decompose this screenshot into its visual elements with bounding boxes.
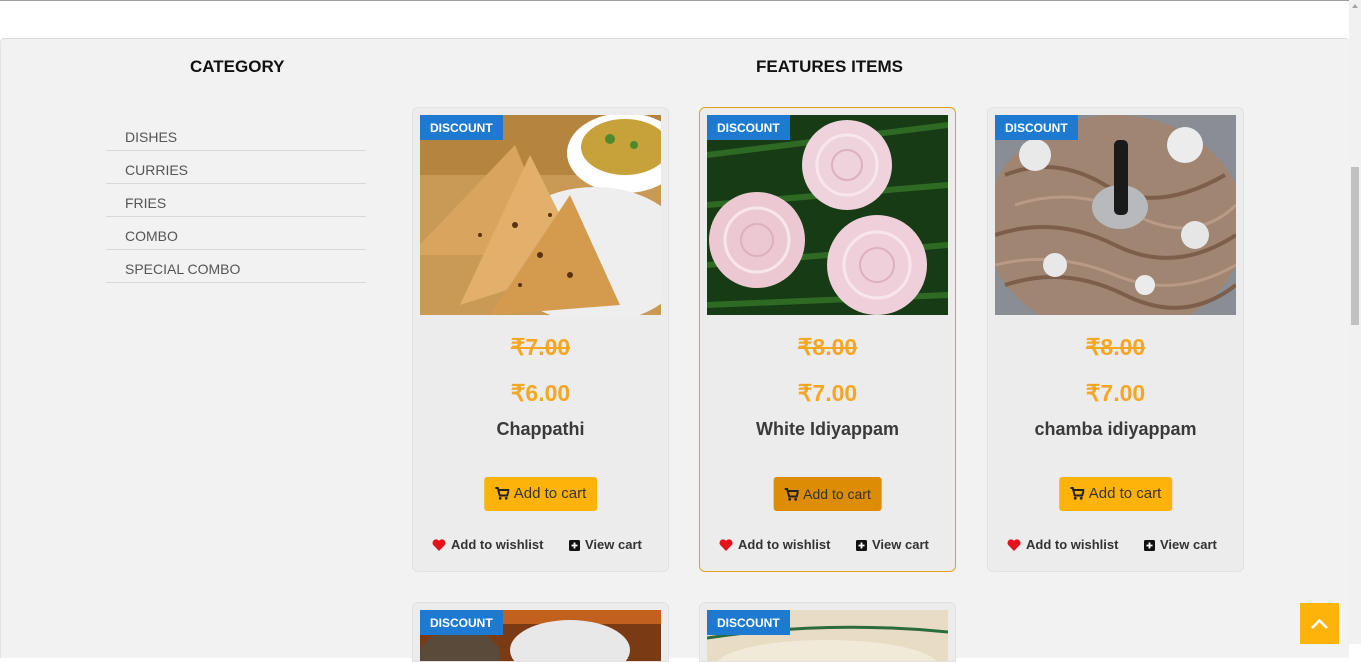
discount-badge: DISCOUNT	[995, 115, 1078, 140]
chevron-up-icon	[1311, 618, 1328, 629]
category-item-combo[interactable]: COMBO	[106, 217, 366, 250]
category-item-dishes[interactable]: DISHES	[106, 118, 366, 151]
heart-icon	[432, 539, 446, 551]
heart-icon	[1007, 539, 1021, 551]
product-card-partial: DISCOUNT	[699, 602, 956, 662]
category-item-curries[interactable]: CURRIES	[106, 151, 366, 184]
view-cart-link[interactable]: View cart	[569, 537, 642, 552]
top-divider	[0, 0, 1349, 1]
shopping-cart-icon	[784, 488, 799, 501]
category-list: DISHES CURRIES FRIES COMBO SPECIAL COMBO	[106, 118, 366, 283]
price: ₹7.00	[797, 380, 858, 406]
discount-badge: DISCOUNT	[707, 115, 790, 140]
heart-icon	[719, 539, 733, 551]
product-name: White Idiyappam	[755, 419, 899, 439]
wishlist-label: Add to wishlist	[451, 537, 544, 552]
add-to-cart-button[interactable]: Add to cart	[773, 477, 882, 511]
discount-badge: DISCOUNT	[420, 115, 503, 140]
add-to-wishlist-link[interactable]: Add to wishlist	[719, 537, 830, 552]
plus-square-icon	[569, 540, 580, 551]
product-card-chappathi: DISCOUNT ₹7.00 ₹6.00 Chappathi Add to ca…	[412, 107, 669, 572]
back-to-top-button[interactable]	[1300, 603, 1339, 644]
view-cart-label: View cart	[585, 537, 642, 552]
add-to-cart-label: Add to cart	[513, 485, 587, 502]
add-to-cart-label: Add to cart	[1088, 485, 1162, 502]
add-to-cart-button[interactable]: Add to cart	[1058, 477, 1173, 511]
product-card-chamba-idiyappam: DISCOUNT ₹8.00 ₹7.00 chamba idiyappam Ad…	[987, 107, 1244, 572]
old-price: ₹8.00	[797, 334, 858, 360]
add-to-cart-label: Add to cart	[803, 486, 871, 502]
view-cart-link[interactable]: View cart	[856, 537, 929, 552]
add-to-wishlist-link[interactable]: Add to wishlist	[1007, 537, 1118, 552]
category-item-special-combo[interactable]: SPECIAL COMBO	[106, 250, 366, 283]
view-cart-label: View cart	[1160, 537, 1217, 552]
price: ₹7.00	[1085, 380, 1146, 406]
shopping-cart-icon	[1069, 487, 1085, 500]
view-cart-label: View cart	[872, 537, 929, 552]
shopping-cart-icon	[494, 487, 510, 500]
wishlist-label: Add to wishlist	[738, 537, 831, 552]
view-cart-link[interactable]: View cart	[1144, 537, 1217, 552]
old-price: ₹8.00	[1085, 334, 1146, 360]
old-price: ₹7.00	[510, 334, 571, 360]
product-card-partial: DISCOUNT	[412, 602, 669, 662]
product-image-chappathi[interactable]	[420, 115, 661, 315]
vertical-scrollbar[interactable]	[1349, 0, 1361, 644]
product-image-white-idiyappam[interactable]	[707, 115, 948, 315]
discount-badge: DISCOUNT	[420, 610, 503, 635]
scrollbar-thumb[interactable]	[1351, 167, 1359, 325]
add-to-wishlist-link[interactable]: Add to wishlist	[432, 537, 543, 552]
product-card-white-idiyappam: DISCOUNT ₹8.00 ₹7.00 White Idiyappam Add…	[699, 107, 956, 572]
discount-badge: DISCOUNT	[707, 610, 790, 635]
price: ₹6.00	[510, 380, 571, 406]
product-name: Chappathi	[496, 419, 585, 439]
category-item-fries[interactable]: FRIES	[106, 184, 366, 217]
plus-square-icon	[856, 540, 867, 551]
category-heading: CATEGORY	[190, 57, 285, 76]
product-name: chamba idiyappam	[1034, 419, 1197, 439]
product-image-chamba-idiyappam[interactable]	[995, 115, 1236, 315]
wishlist-label: Add to wishlist	[1026, 537, 1119, 552]
plus-square-icon	[1144, 540, 1155, 551]
features-heading: FEATURES ITEMS	[756, 57, 904, 76]
scroll-up-arrow-icon[interactable]	[1352, 4, 1358, 8]
add-to-cart-button[interactable]: Add to cart	[483, 477, 598, 511]
